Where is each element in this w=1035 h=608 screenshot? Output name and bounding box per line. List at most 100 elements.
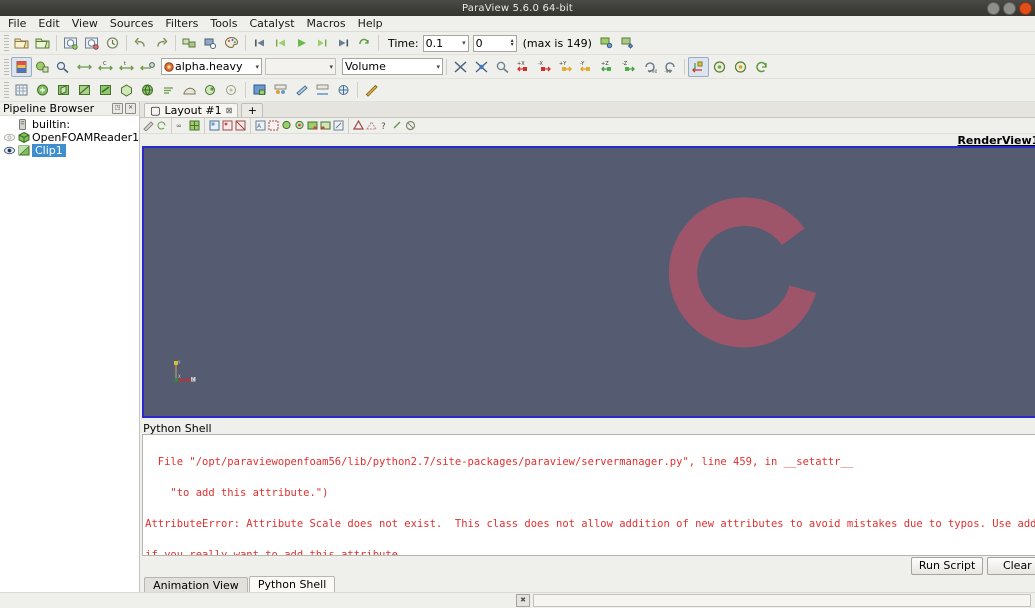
interactive-select-icon[interactable] xyxy=(267,119,280,132)
spinner-arrows[interactable]: ▴ ▾ xyxy=(508,38,514,48)
axes-grid-icon[interactable] xyxy=(333,80,354,100)
pos-z-view-icon[interactable]: +Z xyxy=(597,57,618,77)
select-cells-polygon-icon[interactable] xyxy=(365,119,378,132)
loop-icon[interactable] xyxy=(354,33,375,53)
representation-combo[interactable]: Volume ▾ xyxy=(342,58,443,75)
toggle-color-legend-icon[interactable] xyxy=(137,57,158,77)
menu-edit[interactable]: Edit xyxy=(32,16,65,31)
menu-filters[interactable]: Filters xyxy=(159,16,204,31)
save-state-icon[interactable] xyxy=(60,33,81,53)
menu-tools[interactable]: Tools xyxy=(204,16,243,31)
selection-tools-icon[interactable] xyxy=(312,80,333,100)
query-selection-icon[interactable]: ? xyxy=(378,119,391,132)
reset-session-icon[interactable] xyxy=(102,33,123,53)
last-frame-icon[interactable] xyxy=(333,33,354,53)
grow-selection-icon[interactable] xyxy=(332,119,345,132)
neg-z-view-icon[interactable]: -Z xyxy=(618,57,639,77)
select-surface-points-icon[interactable] xyxy=(221,119,234,132)
disconnect-icon[interactable] xyxy=(200,33,221,53)
toolbar-grip[interactable] xyxy=(4,58,9,75)
threshold-filter-icon[interactable] xyxy=(116,80,137,100)
orientation-axes-widget[interactable]: X Y Z xyxy=(172,358,198,384)
python-shell-output[interactable]: File "/opt/paraviewopenfoam56/lib/python… xyxy=(142,434,1035,556)
minimize-button[interactable] xyxy=(987,2,1000,15)
select-points-through-icon[interactable] xyxy=(306,119,319,132)
interaction-mode-3d-icon[interactable] xyxy=(709,57,730,77)
slice-filter-icon[interactable] xyxy=(95,80,116,100)
tab-python-shell[interactable]: Python Shell xyxy=(248,576,336,592)
select-points-polygon-icon[interactable] xyxy=(352,119,365,132)
ruler-measure-icon[interactable] xyxy=(361,80,382,100)
rescale-custom-range-icon[interactable] xyxy=(74,57,95,77)
split-view-icon[interactable] xyxy=(270,80,291,100)
run-script-button[interactable]: Run Script xyxy=(910,556,984,575)
neg-y-view-icon[interactable]: -Y xyxy=(576,57,597,77)
camera-undo-small-icon[interactable] xyxy=(155,119,168,132)
open-file-icon[interactable] xyxy=(11,33,32,53)
clear-button[interactable]: Clear xyxy=(987,556,1035,575)
hover-cells-icon[interactable] xyxy=(293,119,306,132)
menu-sources[interactable]: Sources xyxy=(104,16,160,31)
first-frame-icon[interactable] xyxy=(249,33,270,53)
rescale-to-data-range-icon[interactable] xyxy=(53,57,74,77)
warp-filter-icon[interactable] xyxy=(200,80,221,100)
toolbar-grip[interactable] xyxy=(4,35,9,51)
rescale-to-visible-icon[interactable]: t xyxy=(116,57,137,77)
show-color-legend-icon[interactable] xyxy=(11,56,32,77)
toolbar-grip[interactable] xyxy=(4,82,9,98)
cancel-progress-icon[interactable]: ✖ xyxy=(516,594,530,607)
select-frustum-cells-icon[interactable] xyxy=(234,119,247,132)
camera-link-icon[interactable] xyxy=(291,80,312,100)
render-all-views-icon[interactable]: ∞ xyxy=(175,119,188,132)
render-view-name[interactable]: RenderView1 xyxy=(957,134,1035,147)
link-selection-icon[interactable] xyxy=(391,119,404,132)
glyph-filter-icon[interactable] xyxy=(158,80,179,100)
rotate-90-cw-icon[interactable]: +90 xyxy=(639,57,660,77)
menu-file[interactable]: File xyxy=(2,16,32,31)
maximize-button[interactable] xyxy=(1003,2,1016,15)
color-palette-icon[interactable] xyxy=(221,33,242,53)
adjust-camera-icon[interactable] xyxy=(142,119,155,132)
edit-color-map-icon[interactable] xyxy=(32,57,53,77)
neg-x-view-icon[interactable]: +X xyxy=(513,57,534,77)
menu-macros[interactable]: Macros xyxy=(301,16,352,31)
undock-icon[interactable]: ◳ xyxy=(112,103,124,114)
time-value-combo[interactable]: 0.1 ▾ xyxy=(422,34,469,52)
clip-filter-icon[interactable] xyxy=(74,80,95,100)
pos-x-view-icon[interactable]: -X xyxy=(534,57,555,77)
close-layout-icon[interactable]: ⊠ xyxy=(226,106,233,115)
contour-filter-icon[interactable] xyxy=(53,80,74,100)
hover-points-icon[interactable] xyxy=(280,119,293,132)
pipeline-item-clip1[interactable]: Clip1 xyxy=(0,144,139,157)
vector-component-combo[interactable]: ▾ xyxy=(265,58,336,75)
select-cells-through-icon[interactable] xyxy=(319,119,332,132)
close-button[interactable] xyxy=(1019,2,1032,15)
menu-view[interactable]: View xyxy=(66,16,104,31)
group-datasets-icon[interactable] xyxy=(221,80,242,100)
rotate-90-ccw-icon[interactable]: -90 xyxy=(660,57,681,77)
redo-icon[interactable] xyxy=(151,33,172,53)
tab-animation-view[interactable]: Animation View xyxy=(144,577,248,592)
stream-tracer-icon[interactable] xyxy=(179,80,200,100)
select-cells-icon[interactable] xyxy=(188,119,201,132)
zoom-closest-icon[interactable] xyxy=(492,57,513,77)
recent-files-icon[interactable] xyxy=(32,33,53,53)
center-axes-visibility-icon[interactable] xyxy=(688,56,709,77)
color-array-combo[interactable]: alpha.heavy ▾ xyxy=(161,58,262,75)
add-layout-tab[interactable]: + xyxy=(241,103,264,117)
rescale-over-time-icon[interactable]: C xyxy=(95,57,116,77)
interaction-mode-2d-icon[interactable] xyxy=(730,57,751,77)
visibility-toggle[interactable] xyxy=(4,133,18,142)
menu-help[interactable]: Help xyxy=(352,16,389,31)
pipeline-item-builtin[interactable]: builtin: xyxy=(0,118,139,131)
reset-camera-icon[interactable] xyxy=(450,57,471,77)
extract-subset-icon[interactable] xyxy=(137,80,158,100)
frame-index-spinner[interactable]: 0 ▴ ▾ xyxy=(472,34,517,52)
render-view-canvas[interactable]: X Y Z 1.0e+00 0.8 0.6 0.4 0.2 xyxy=(142,146,1035,418)
snap-to-timesteps-icon[interactable] xyxy=(596,33,617,53)
clear-selection-icon[interactable] xyxy=(404,119,417,132)
camera-undo-icon[interactable] xyxy=(751,57,772,77)
play-icon[interactable] xyxy=(291,33,312,53)
layout-tab[interactable]: ▢ Layout #1 ⊠ xyxy=(144,103,239,117)
spreadsheet-view-icon[interactable] xyxy=(11,80,32,100)
